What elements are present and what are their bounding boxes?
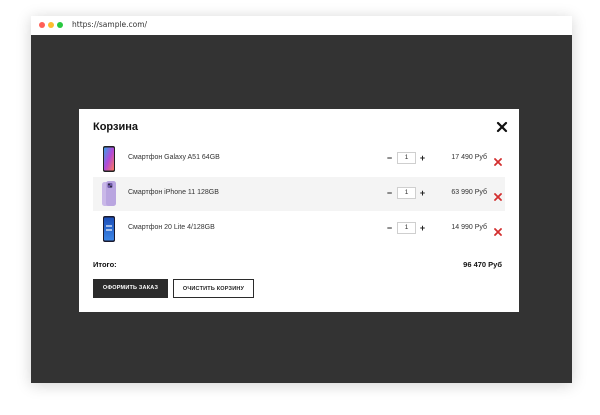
- cart-item-row: Смартфон Galaxy A51 64GB − 1 + 17 490 Ру…: [93, 142, 505, 176]
- page-overlay: Корзина Смартфон Galaxy A51 64GB − 1 + 1…: [31, 35, 572, 383]
- cart-item-name[interactable]: Смартфон 20 Lite 4/128GB: [128, 224, 215, 231]
- increase-quantity-button[interactable]: +: [418, 151, 427, 165]
- quantity-stepper: − 1 +: [385, 151, 429, 165]
- quantity-stepper: − 1 +: [385, 221, 429, 235]
- phone-iphone-11-image: [101, 180, 117, 208]
- decrease-quantity-button[interactable]: −: [385, 151, 394, 165]
- window-maximize-dot[interactable]: [57, 22, 63, 28]
- increase-quantity-button[interactable]: +: [418, 221, 427, 235]
- remove-item-icon[interactable]: [494, 188, 502, 201]
- increase-quantity-button[interactable]: +: [418, 186, 427, 200]
- quantity-stepper: − 1 +: [385, 186, 429, 200]
- cart-item-price: 14 990 Руб: [451, 224, 487, 231]
- decrease-quantity-button[interactable]: −: [385, 186, 394, 200]
- cart-title: Корзина: [93, 121, 138, 133]
- cart-item-row: Смартфон iPhone 11 128GB − 1 + 63 990 Ру…: [93, 177, 505, 211]
- decrease-quantity-button[interactable]: −: [385, 221, 394, 235]
- browser-window: https://sample.com/ Корзина Смартфон Gal…: [31, 16, 572, 383]
- phone-20-lite-image: [101, 215, 117, 243]
- address-bar-url[interactable]: https://sample.com/: [72, 20, 147, 29]
- cart-item-name[interactable]: Смартфон Galaxy A51 64GB: [128, 154, 220, 161]
- cart-item-row: Смартфон 20 Lite 4/128GB − 1 + 14 990 Ру…: [93, 212, 505, 246]
- phone-galaxy-a51-image: [101, 145, 117, 173]
- remove-item-icon[interactable]: [494, 223, 502, 236]
- quantity-input[interactable]: 1: [397, 187, 416, 199]
- clear-cart-button[interactable]: ОЧИСТИТЬ КОРЗИНУ: [173, 279, 254, 298]
- cart-item-name[interactable]: Смартфон iPhone 11 128GB: [128, 189, 219, 196]
- cart-modal: Корзина Смартфон Galaxy A51 64GB − 1 + 1…: [79, 109, 519, 312]
- quantity-input[interactable]: 1: [397, 222, 416, 234]
- cart-item-price: 17 490 Руб: [451, 154, 487, 161]
- window-close-dot[interactable]: [39, 22, 45, 28]
- cart-item-price: 63 990 Руб: [451, 189, 487, 196]
- window-minimize-dot[interactable]: [48, 22, 54, 28]
- remove-item-icon[interactable]: [494, 153, 502, 166]
- checkout-button[interactable]: ОФОРМИТЬ ЗАКАЗ: [93, 279, 168, 298]
- browser-titlebar: https://sample.com/: [31, 16, 572, 36]
- total-value: 96 470 Руб: [463, 260, 502, 269]
- quantity-input[interactable]: 1: [397, 152, 416, 164]
- total-label: Итого:: [93, 260, 117, 269]
- close-icon[interactable]: [496, 120, 508, 133]
